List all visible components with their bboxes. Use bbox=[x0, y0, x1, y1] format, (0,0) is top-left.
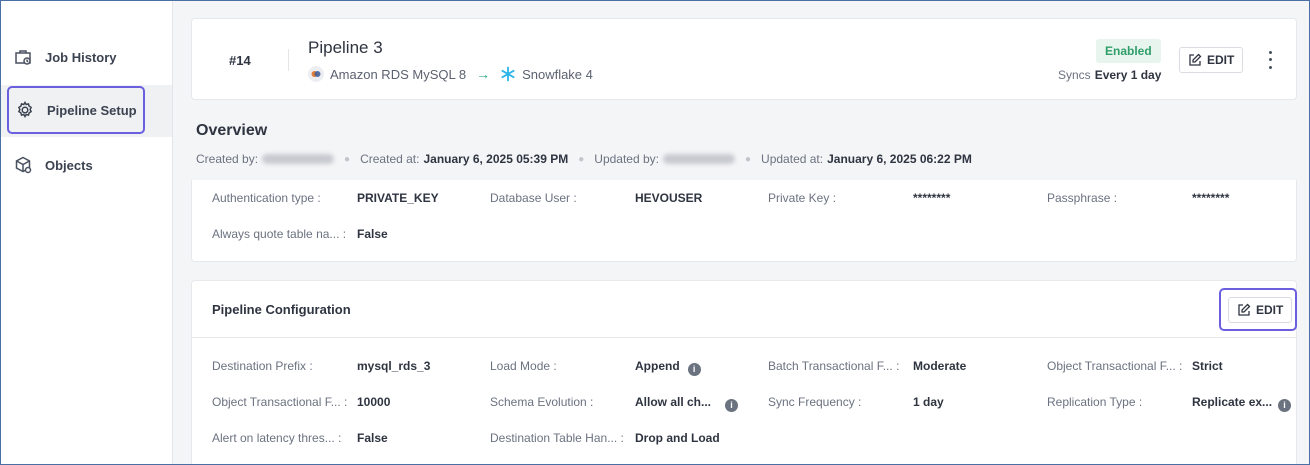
pipeline-route: Amazon RDS MySQL 8 → Snowflake 4 bbox=[308, 66, 593, 82]
arrow-right-icon: → bbox=[476, 66, 491, 82]
sync-value: Every 1 day bbox=[1094, 68, 1162, 82]
created-by-label: Created by: bbox=[196, 152, 259, 166]
info-icon[interactable]: i bbox=[687, 362, 701, 376]
updated-at-label: Updated at: bbox=[761, 152, 824, 166]
sidebar-item-label: Job History bbox=[45, 49, 117, 65]
sync-label: Syncs bbox=[1058, 68, 1091, 82]
more-options-icon[interactable] bbox=[1264, 49, 1276, 71]
updated-by-redacted bbox=[663, 154, 735, 164]
mysql-source-icon bbox=[308, 66, 324, 82]
info-icon[interactable]: i bbox=[725, 398, 739, 412]
objects-icon bbox=[13, 155, 33, 175]
sidebar-item-label: Objects bbox=[45, 157, 93, 173]
updated-by-label: Updated by: bbox=[594, 152, 659, 166]
created-at-label: Created at: bbox=[360, 152, 420, 166]
updated-at-value: January 6, 2025 06:22 PM bbox=[827, 152, 972, 166]
sidebar-item-label: Pipeline Setup bbox=[47, 102, 137, 118]
edit-icon bbox=[1238, 303, 1251, 316]
config-edit-highlight: EDIT bbox=[1219, 288, 1297, 331]
pipeline-configuration-card: Pipeline Configuration EDIT Destination … bbox=[191, 280, 1297, 465]
sidebar-item-objects[interactable]: Objects bbox=[7, 141, 145, 189]
created-at-value: January 6, 2025 05:39 PM bbox=[423, 152, 569, 166]
created-by-redacted bbox=[262, 154, 335, 164]
overview-metadata: Created by: ● Created at: January 6, 2025… bbox=[196, 152, 972, 166]
snowflake-icon bbox=[500, 66, 516, 82]
destination-name: Snowflake 4 bbox=[522, 66, 593, 82]
config-title: Pipeline Configuration bbox=[212, 302, 351, 317]
destination-details-card: Authentication type : PRIVATE_KEY Databa… bbox=[191, 180, 1297, 262]
pipeline-header-card: #14 Pipeline 3 Amazon RDS MySQL 8 → Snow… bbox=[191, 18, 1297, 100]
header-divider bbox=[288, 49, 289, 71]
sidebar-item-pipeline-setup[interactable]: Pipeline Setup bbox=[7, 86, 145, 134]
source-name: Amazon RDS MySQL 8 bbox=[330, 66, 467, 82]
info-icon[interactable]: i bbox=[1278, 398, 1292, 412]
overview-title: Overview bbox=[196, 122, 268, 139]
sidebar-item-job-history[interactable]: Job History bbox=[7, 33, 145, 81]
job-history-icon bbox=[13, 47, 33, 67]
edit-pipeline-button[interactable]: EDIT bbox=[1179, 47, 1244, 73]
edit-configuration-button[interactable]: EDIT bbox=[1228, 297, 1293, 323]
pipeline-number: #14 bbox=[229, 53, 251, 68]
sync-frequency-summary: Syncs Every 1 day bbox=[1058, 68, 1161, 82]
config-divider bbox=[192, 337, 1296, 338]
edit-button-label: EDIT bbox=[1207, 53, 1235, 67]
pipeline-title: Pipeline 3 bbox=[308, 38, 383, 57]
edit-icon bbox=[1189, 53, 1202, 66]
sidebar: Job History Pipeline Setup Objects bbox=[1, 1, 173, 464]
status-badge: Enabled bbox=[1096, 39, 1161, 63]
edit-button-label: EDIT bbox=[1256, 303, 1284, 317]
gear-icon bbox=[15, 100, 35, 120]
